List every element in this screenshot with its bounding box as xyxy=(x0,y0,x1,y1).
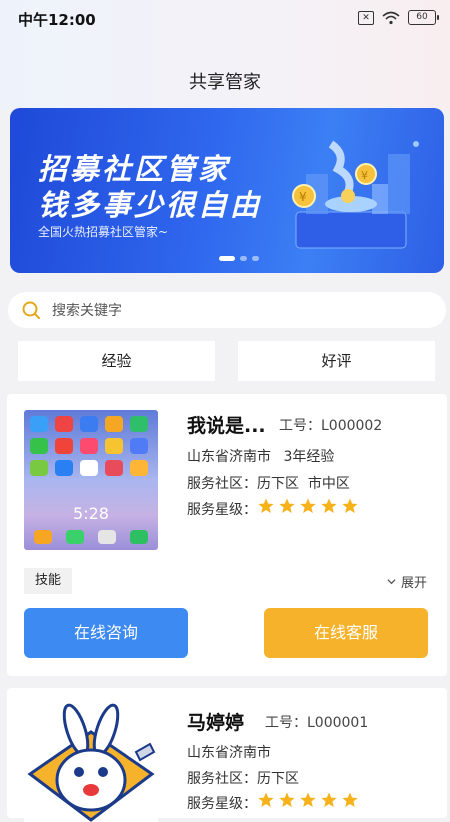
star-icon xyxy=(300,498,316,513)
star-icon xyxy=(342,498,358,513)
svg-text:¥: ¥ xyxy=(299,190,307,204)
work-id: 工号：L000001 xyxy=(265,715,369,731)
expand-label: 展开 xyxy=(400,576,427,591)
status-icons: ✕ 60 xyxy=(358,10,439,25)
community-line: 服务社区：历下区 xyxy=(187,768,299,788)
status-time: 中午12:00 xyxy=(18,11,96,29)
community-label: 服务社区： xyxy=(187,476,257,492)
online-consult-button[interactable]: 在线咨询 xyxy=(24,608,188,658)
online-service-button[interactable]: 在线客服 xyxy=(264,608,428,658)
expand-button[interactable]: 展开 xyxy=(387,572,427,591)
location: 山东省济南市 xyxy=(187,449,271,465)
work-id: 工号：L000002 xyxy=(279,418,383,434)
banner-dot[interactable] xyxy=(240,256,247,261)
search-icon xyxy=(22,301,40,319)
location: 山东省济南市 xyxy=(187,745,271,761)
no-sim-icon: ✕ xyxy=(358,10,374,25)
banner-dot-active[interactable] xyxy=(219,256,235,261)
skill-tag: 技能 xyxy=(24,568,72,594)
phone-dock xyxy=(34,530,148,544)
chevron-down-icon xyxy=(387,579,396,585)
banner-caption: 全国火热招募社区管家~ xyxy=(38,225,169,239)
svg-text:¥: ¥ xyxy=(361,169,368,182)
app-grid xyxy=(30,416,148,476)
page-title: 共享管家 xyxy=(189,72,261,93)
community-values: 历下区 xyxy=(257,771,299,787)
star-rating xyxy=(258,792,358,808)
phone-clock: 5:28 xyxy=(73,504,109,523)
community-line: 服务社区：历下区 市中区 xyxy=(187,473,350,493)
community-values: 历下区 市中区 xyxy=(257,476,350,492)
battery-level: 60 xyxy=(416,12,428,22)
banner-dot[interactable] xyxy=(252,256,259,261)
search-bar[interactable] xyxy=(8,292,446,330)
star-rating-label: 服务星级： xyxy=(187,502,257,518)
housekeeper-card[interactable]: 5:28 我说是... 工号：L000002 山东省济南市 3年经验 服务社区：… xyxy=(7,394,447,676)
experience-years: 3年经验 xyxy=(283,449,335,465)
search-input[interactable] xyxy=(50,292,434,330)
wifi-icon xyxy=(382,11,400,24)
star-icon xyxy=(321,792,337,807)
recruit-banner[interactable]: 招募社区管家 钱多事少很自由 全国火热招募社区管家~ ¥ ¥ xyxy=(10,108,444,273)
coins-illustration-icon: ¥ ¥ xyxy=(292,140,419,249)
star-icon xyxy=(258,792,274,807)
star-icon xyxy=(279,792,295,807)
location-line: 山东省济南市 3年经验 xyxy=(187,446,334,466)
banner-subheadline: 钱多事少很自由 xyxy=(38,188,263,222)
star-icon xyxy=(300,792,316,807)
battery-icon: 60 xyxy=(408,10,439,25)
star-icon xyxy=(342,792,358,807)
status-bar: 中午12:00 ✕ 60 xyxy=(0,0,450,36)
housekeeper-name: 我说是... xyxy=(187,415,266,437)
star-rating-label: 服务星级： xyxy=(187,796,257,812)
banner-pagination[interactable] xyxy=(219,256,259,261)
housekeeper-name: 马婷婷 xyxy=(187,712,245,734)
star-icon xyxy=(321,498,337,513)
housekeeper-card[interactable]: 马婷婷 工号：L000001 山东省济南市 服务社区：历下区 服务星级： xyxy=(7,688,447,822)
rabbit-mascot-icon xyxy=(24,702,158,822)
star-rating xyxy=(258,498,358,514)
housekeeper-photo: 5:28 xyxy=(24,410,158,550)
star-icon xyxy=(279,498,295,513)
community-label: 服务社区： xyxy=(187,771,257,787)
star-icon xyxy=(258,498,274,513)
filter-rating-button[interactable]: 好评 xyxy=(238,341,435,381)
filter-experience-button[interactable]: 经验 xyxy=(18,341,215,381)
